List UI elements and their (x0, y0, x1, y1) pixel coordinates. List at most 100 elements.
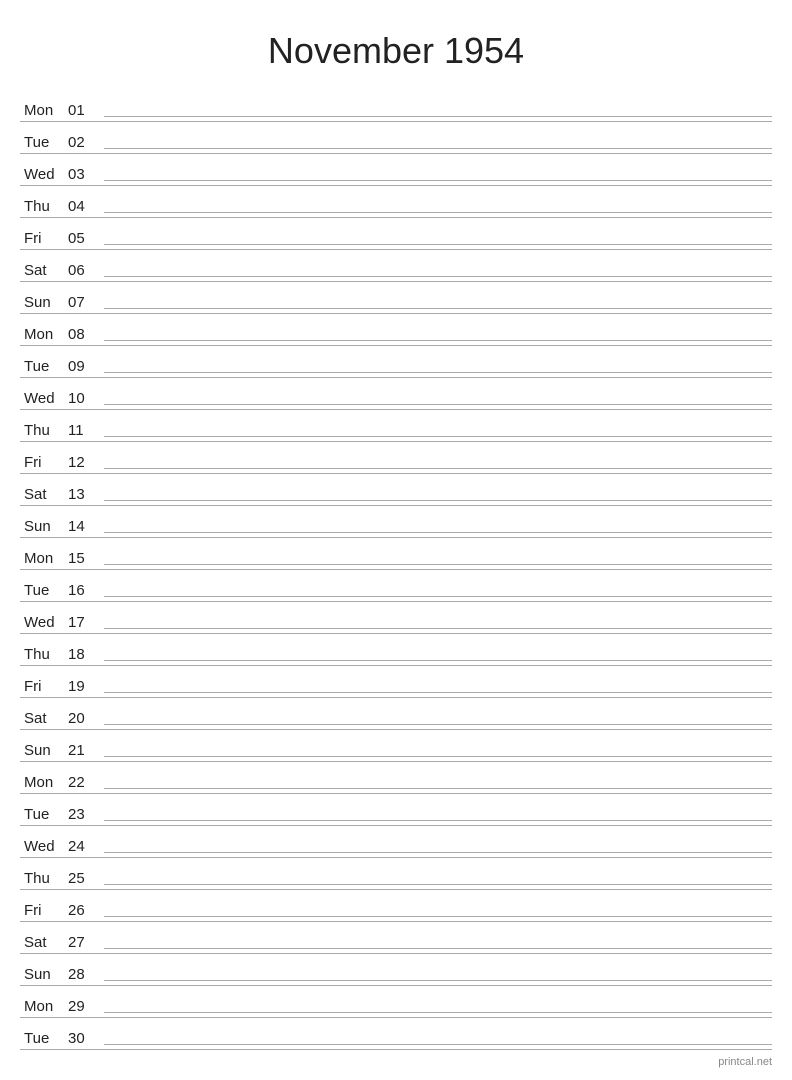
calendar-row: Wed03 (20, 154, 772, 186)
day-line (104, 340, 772, 341)
calendar-row: Mon08 (20, 314, 772, 346)
calendar-row: Sun21 (20, 730, 772, 762)
day-line (104, 244, 772, 245)
calendar-row: Wed17 (20, 602, 772, 634)
day-number: 30 (68, 1030, 104, 1047)
day-line (104, 372, 772, 373)
calendar-row: Sat13 (20, 474, 772, 506)
day-name: Sun (20, 966, 68, 983)
day-number: 02 (68, 134, 104, 151)
day-line (104, 564, 772, 565)
day-number: 14 (68, 518, 104, 535)
day-name: Tue (20, 806, 68, 823)
day-number: 19 (68, 678, 104, 695)
watermark: printcal.net (718, 1056, 772, 1068)
day-name: Mon (20, 550, 68, 567)
day-name: Mon (20, 998, 68, 1015)
day-line (104, 916, 772, 917)
day-line (104, 628, 772, 629)
day-name: Fri (20, 902, 68, 919)
day-number: 07 (68, 294, 104, 311)
day-line (104, 884, 772, 885)
day-number: 03 (68, 166, 104, 183)
calendar-row: Mon22 (20, 762, 772, 794)
day-name: Tue (20, 134, 68, 151)
calendar-row: Thu04 (20, 186, 772, 218)
calendar-row: Sat06 (20, 250, 772, 282)
day-number: 17 (68, 614, 104, 631)
day-number: 04 (68, 198, 104, 215)
day-line (104, 692, 772, 693)
day-name: Wed (20, 390, 68, 407)
day-name: Wed (20, 838, 68, 855)
day-number: 01 (68, 102, 104, 119)
day-number: 13 (68, 486, 104, 503)
day-line (104, 980, 772, 981)
day-number: 21 (68, 742, 104, 759)
day-number: 06 (68, 262, 104, 279)
calendar-row: Tue30 (20, 1018, 772, 1050)
day-line (104, 852, 772, 853)
calendar-row: Fri26 (20, 890, 772, 922)
day-line (104, 596, 772, 597)
day-line (104, 1012, 772, 1013)
day-number: 10 (68, 390, 104, 407)
calendar-row: Fri19 (20, 666, 772, 698)
day-line (104, 660, 772, 661)
calendar-row: Tue23 (20, 794, 772, 826)
calendar-table: Mon01Tue02Wed03Thu04Fri05Sat06Sun07Mon08… (20, 90, 772, 1050)
day-name: Mon (20, 774, 68, 791)
calendar-row: Wed24 (20, 826, 772, 858)
day-line (104, 404, 772, 405)
day-name: Fri (20, 678, 68, 695)
page-title: November 1954 (20, 20, 772, 72)
day-name: Wed (20, 614, 68, 631)
day-line (104, 212, 772, 213)
day-name: Tue (20, 582, 68, 599)
day-number: 23 (68, 806, 104, 823)
day-number: 20 (68, 710, 104, 727)
day-line (104, 788, 772, 789)
day-name: Mon (20, 102, 68, 119)
calendar-row: Sat27 (20, 922, 772, 954)
day-line (104, 116, 772, 117)
day-line (104, 820, 772, 821)
calendar-row: Sun07 (20, 282, 772, 314)
day-name: Thu (20, 422, 68, 439)
day-line (104, 500, 772, 501)
day-number: 12 (68, 454, 104, 471)
day-name: Sat (20, 486, 68, 503)
day-number: 24 (68, 838, 104, 855)
calendar-row: Tue09 (20, 346, 772, 378)
calendar-row: Fri12 (20, 442, 772, 474)
calendar-row: Tue02 (20, 122, 772, 154)
day-number: 16 (68, 582, 104, 599)
calendar-row: Mon01 (20, 90, 772, 122)
day-line (104, 724, 772, 725)
calendar-row: Thu18 (20, 634, 772, 666)
day-line (104, 948, 772, 949)
day-name: Sun (20, 742, 68, 759)
day-name: Sat (20, 262, 68, 279)
day-line (104, 468, 772, 469)
day-name: Thu (20, 870, 68, 887)
calendar-row: Sun14 (20, 506, 772, 538)
day-number: 26 (68, 902, 104, 919)
calendar-row: Wed10 (20, 378, 772, 410)
day-number: 25 (68, 870, 104, 887)
page: November 1954 Mon01Tue02Wed03Thu04Fri05S… (0, 0, 792, 1080)
calendar-row: Sat20 (20, 698, 772, 730)
day-line (104, 148, 772, 149)
calendar-row: Fri05 (20, 218, 772, 250)
day-line (104, 308, 772, 309)
day-line (104, 436, 772, 437)
day-number: 09 (68, 358, 104, 375)
calendar-row: Sun28 (20, 954, 772, 986)
calendar-row: Mon15 (20, 538, 772, 570)
day-name: Sun (20, 518, 68, 535)
day-name: Fri (20, 230, 68, 247)
calendar-row: Tue16 (20, 570, 772, 602)
day-name: Sat (20, 934, 68, 951)
day-line (104, 276, 772, 277)
day-number: 15 (68, 550, 104, 567)
